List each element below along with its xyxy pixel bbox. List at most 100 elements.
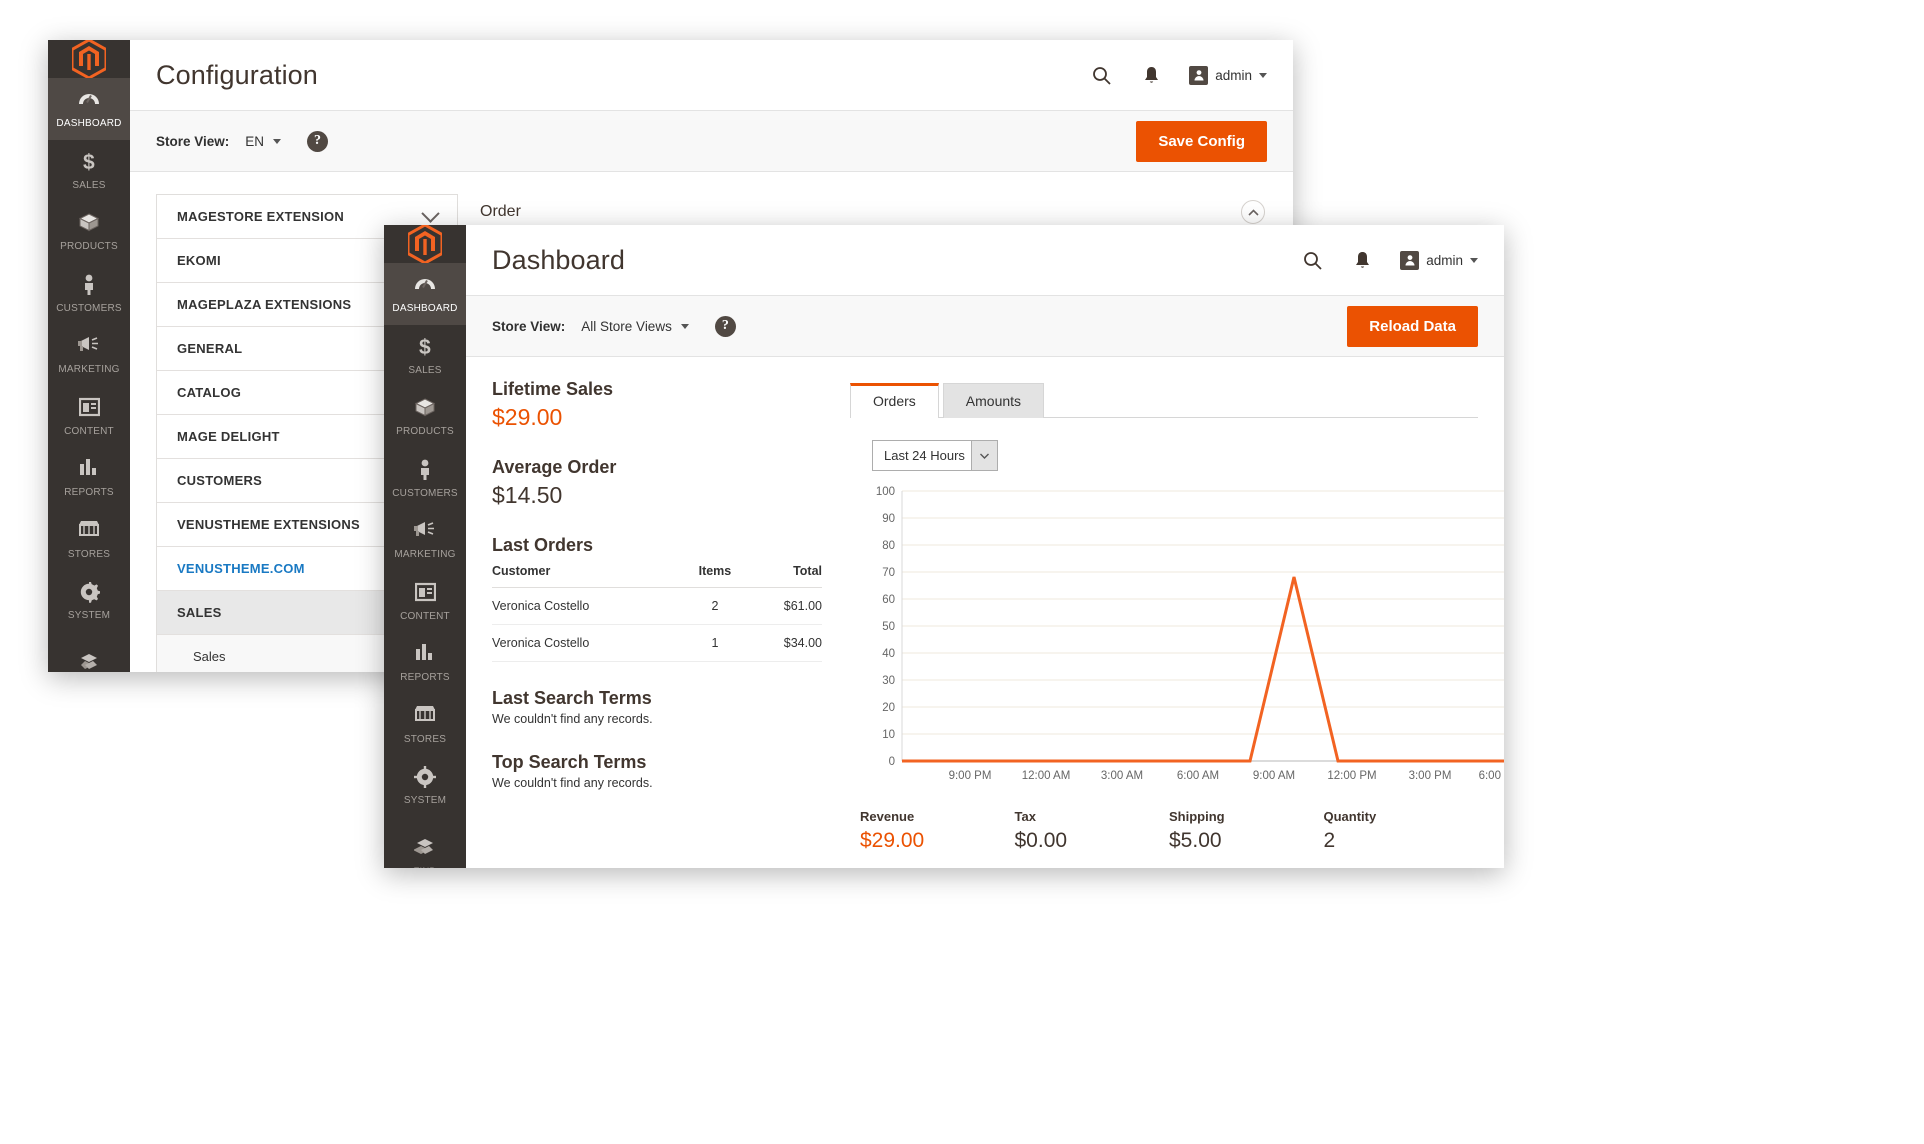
sidebar-label: DASHBOARD <box>56 118 122 129</box>
store-view-select[interactable]: All Store Views <box>581 319 689 334</box>
store-view-select[interactable]: EN <box>245 133 282 149</box>
chart-y-tick-labels: 100 90 80 70 60 50 40 30 20 10 0 <box>876 486 895 768</box>
sidebar-item-customers[interactable]: CUSTOMERS <box>48 263 130 325</box>
configuration-page-header: Configuration admin <box>130 40 1293 110</box>
average-order-block: Average Order $14.50 <box>492 457 822 509</box>
chevron-down-icon <box>680 323 689 329</box>
svg-text:50: 50 <box>882 621 895 633</box>
sidebar-item-find-partners-extensions[interactable]: FIND PARTNERS & EXTENSIONS <box>48 642 130 673</box>
sidebar-item-system[interactable]: SYSTEM <box>384 755 466 817</box>
help-icon[interactable]: ? <box>307 130 329 152</box>
sidebar-item-sales[interactable]: $ SALES <box>48 140 130 202</box>
sidebar-item-system[interactable]: SYSTEM <box>48 570 130 632</box>
dashboard-window: DASHBOARD $ SALES PRODUCTS CUSTOMERS MAR… <box>384 225 1504 868</box>
total-value: 2 <box>1323 829 1336 852</box>
save-config-button[interactable]: Save Config <box>1136 120 1267 162</box>
dashboard-body: Lifetime Sales $29.00 Average Order $14.… <box>466 357 1504 868</box>
chevron-down-icon <box>1259 72 1267 78</box>
last-search-terms-empty: We couldn't find any records. <box>492 712 653 726</box>
svg-text:12:00 PM: 12:00 PM <box>1327 770 1376 782</box>
page-title: Configuration <box>156 59 318 90</box>
sidebar-label: PRODUCTS <box>396 426 454 437</box>
chart-gridlines <box>902 490 1504 735</box>
last-orders-block: Last Orders Customer Items Total Veronic… <box>492 535 822 662</box>
notification-bell-icon[interactable] <box>1139 63 1163 87</box>
magento-logo-icon <box>72 40 106 78</box>
sidebar-item-dashboard[interactable]: DASHBOARD <box>48 78 130 140</box>
chevron-down-icon[interactable] <box>971 441 997 470</box>
sidebar-item-marketing[interactable]: MARKETING <box>384 509 466 571</box>
admin-sidebar-dashboard: DASHBOARD $ SALES PRODUCTS CUSTOMERS MAR… <box>384 225 466 868</box>
table-row[interactable]: Veronica Costello 2 $61.00 <box>492 587 822 625</box>
column-header-customer: Customer <box>492 560 683 588</box>
orders-chart-svg: 100 90 80 70 60 50 40 30 20 10 0 9:00 PM… <box>876 486 1504 782</box>
reload-data-button[interactable]: Reload Data <box>1347 305 1478 347</box>
sidebar-item-content[interactable]: CONTENT <box>384 571 466 633</box>
sidebar-item-sales[interactable]: $ SALES <box>384 325 466 387</box>
config-item-label: MAGE DELIGHT <box>177 429 280 444</box>
svg-text:0: 0 <box>889 756 895 768</box>
sidebar-item-stores[interactable]: STORES <box>384 694 466 756</box>
sidebar-item-reports[interactable]: REPORTS <box>384 632 466 694</box>
total-label: Tax <box>1014 809 1036 824</box>
total-shipping: Shipping $5.00 <box>1169 809 1324 853</box>
bar-chart-icon <box>50 458 128 482</box>
admin-label: admin <box>1215 67 1252 83</box>
config-item-label: CATALOG <box>177 385 242 400</box>
sidebar-item-reports[interactable]: REPORTS <box>48 447 130 509</box>
tab-label: Amounts <box>965 393 1022 409</box>
config-item-label: VENUSTHEME.COM <box>177 561 305 576</box>
header-actions: admin <box>1300 248 1478 272</box>
megaphone-icon <box>386 520 464 544</box>
svg-text:40: 40 <box>882 648 895 660</box>
total-quantity: Quantity 2 <box>1324 809 1479 853</box>
svg-text:6:00 AM: 6:00 AM <box>1177 770 1219 782</box>
store-view-value: EN <box>245 133 265 149</box>
sidebar-label: SALES <box>72 179 106 191</box>
sidebar-item-find-partners-extensions[interactable]: FIND PARTNERS & EXTENSIONS <box>384 827 466 868</box>
time-range-select[interactable]: Last 24 Hours <box>872 440 998 471</box>
search-icon[interactable] <box>1089 63 1113 87</box>
help-icon[interactable]: ? <box>714 315 736 337</box>
sidebar-label: CONTENT <box>400 610 450 622</box>
magento-logo-icon <box>408 225 442 263</box>
sidebar-item-products[interactable]: PRODUCTS <box>48 201 130 263</box>
notification-bell-icon[interactable] <box>1350 248 1374 272</box>
dollar-icon: $ <box>83 150 95 174</box>
cell-items: 2 <box>682 587 747 625</box>
blocks-icon <box>50 653 128 673</box>
column-header-total: Total <box>746 560 822 588</box>
chevron-up-icon[interactable] <box>1241 200 1265 224</box>
header-actions: admin <box>1089 63 1267 87</box>
total-tax: Tax $0.00 <box>1015 809 1170 853</box>
sidebar-item-dashboard[interactable]: DASHBOARD <box>384 263 466 325</box>
admin-account-menu[interactable]: admin <box>1189 65 1267 85</box>
average-order-title: Average Order <box>492 457 617 477</box>
sidebar-label: SALES <box>408 364 442 376</box>
config-item-label: CUSTOMERS <box>177 473 263 488</box>
sidebar-item-stores[interactable]: STORES <box>48 509 130 571</box>
tab-orders[interactable]: Orders <box>850 383 939 418</box>
sidebar-label: FIND PARTNERS & EXTENSIONS <box>389 866 462 868</box>
sidebar-item-content[interactable]: CONTENT <box>48 386 130 448</box>
magento-logo[interactable] <box>48 40 130 78</box>
total-label: Quantity <box>1323 809 1377 824</box>
column-header-items: Items <box>682 560 747 588</box>
orders-chart: 100 90 80 70 60 50 40 30 20 10 0 9:00 PM… <box>860 483 1504 783</box>
sidebar-item-customers[interactable]: CUSTOMERS <box>384 448 466 510</box>
tab-amounts[interactable]: Amounts <box>942 383 1045 418</box>
sidebar-label: CONTENT <box>64 425 114 437</box>
search-icon[interactable] <box>1300 248 1324 272</box>
table-row[interactable]: Veronica Costello 1 $34.00 <box>492 624 822 662</box>
sidebar-label: PRODUCTS <box>60 241 118 252</box>
sidebar-item-products[interactable]: PRODUCTS <box>384 386 466 448</box>
lifetime-sales-value: $29.00 <box>492 404 563 430</box>
sidebar-item-marketing[interactable]: MARKETING <box>48 324 130 386</box>
admin-label: admin <box>1426 252 1463 268</box>
admin-account-menu[interactable]: admin <box>1400 250 1478 270</box>
magento-logo[interactable] <box>384 225 466 263</box>
dashboard-chart-column: Orders Amounts Last 24 Hours 100 90 80 7… <box>850 379 1504 868</box>
admin-sidebar-configuration: DASHBOARD $ SALES PRODUCTS CUSTOMERS MAR… <box>48 40 130 672</box>
average-order-value: $14.50 <box>492 482 563 508</box>
lifetime-sales-title: Lifetime Sales <box>492 379 614 399</box>
